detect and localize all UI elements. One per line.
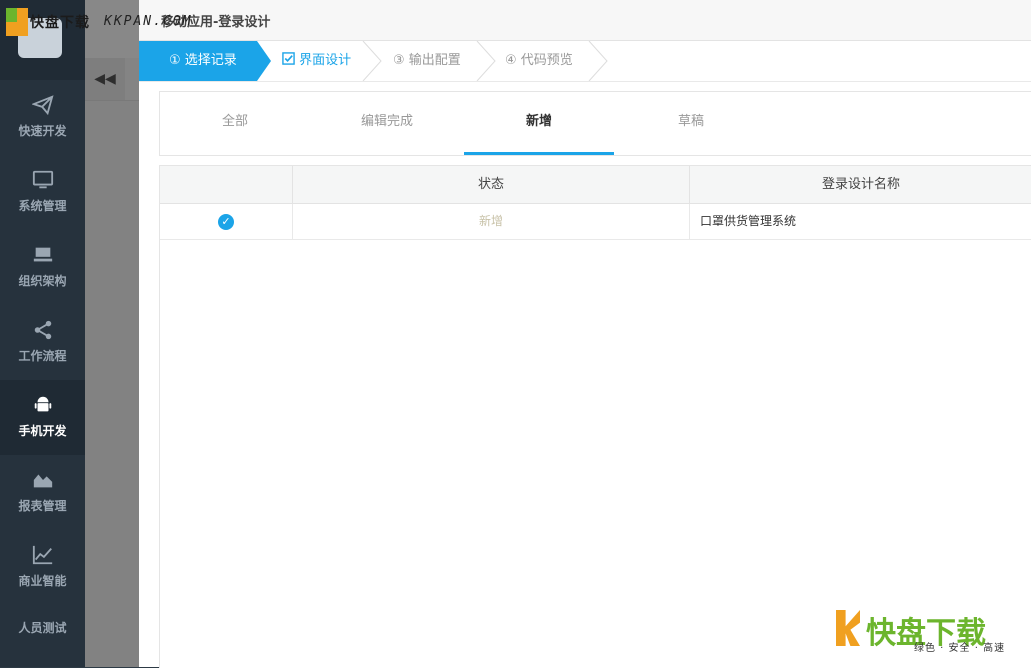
step-separator-icon <box>588 41 608 81</box>
sidebar-item-workflow[interactable]: 工作流程 <box>0 305 85 380</box>
sidebar-item-system[interactable]: 系统管理 <box>0 155 85 230</box>
watermark-brand: 快盘下载 <box>30 15 90 31</box>
step-label: ③ 输出配置 <box>393 53 461 68</box>
share-icon <box>31 319 55 341</box>
checkbox-icon <box>282 52 299 68</box>
row-select-cell[interactable]: ✓ <box>160 204 293 239</box>
line-chart-icon <box>31 544 55 566</box>
sidebar-item-label: 手机开发 <box>18 424 67 438</box>
monitor-icon <box>31 169 55 191</box>
step-separator-icon <box>476 41 496 81</box>
step-output-config[interactable]: ③ 输出配置 <box>393 41 461 81</box>
row-name: 口罩供货管理系统 <box>700 214 797 228</box>
sidebar-item-test[interactable]: 人员测试 <box>0 605 85 645</box>
tab-label: 草稿 <box>677 114 704 129</box>
sidebar-item-label: 工作流程 <box>18 349 67 363</box>
step-separator-icon <box>362 41 382 81</box>
sidebar-item-org[interactable]: 组织架构 <box>0 230 85 305</box>
table-row[interactable]: ✓ 新增 口罩供货管理系统 <box>160 204 1031 240</box>
dialog: 移动应用-登录设计 ① 选择记录 界面设计 ③ 输出配置 ④ 代码预览 全部 编… <box>139 0 1031 668</box>
sidebar-item-quick-dev[interactable]: 快速开发 <box>0 80 85 155</box>
data-grid: 状态 登录设计名称 ✓ 新增 口罩供货管理系统 <box>159 165 1031 668</box>
sidebar-item-label: 组织架构 <box>18 274 67 288</box>
dialog-header: 移动应用-登录设计 <box>139 0 1031 41</box>
tab-label: 新增 <box>525 114 552 129</box>
tab-draft[interactable]: 草稿 <box>616 92 766 155</box>
sidebar-item-label: 系统管理 <box>18 199 67 213</box>
step-label: ① 选择记录 <box>169 53 237 68</box>
tab-label: 全部 <box>221 114 248 129</box>
sidebar-item-label: 报表管理 <box>18 499 67 513</box>
grid-header: 状态 登录设计名称 <box>160 166 1031 204</box>
grid-header-name[interactable]: 登录设计名称 <box>690 166 1031 203</box>
grid-header-select <box>160 166 293 203</box>
tab-new[interactable]: 新增 <box>464 92 614 155</box>
paper-plane-icon <box>30 94 55 116</box>
sidebar-item-label: 人员测试 <box>18 621 67 635</box>
step-label: ④ 代码预览 <box>505 53 573 68</box>
sidebar-item-bi[interactable]: 商业智能 <box>0 530 85 605</box>
watermark-bottom: 快盘下载 绿色 · 安全 · 高速 <box>836 606 1016 656</box>
check-circle-icon[interactable]: ✓ <box>218 213 234 230</box>
step-ui-design[interactable]: 界面设计 <box>282 41 351 81</box>
sidebar-item-reports[interactable]: 报表管理 <box>0 455 85 530</box>
filter-tabs: 全部 编辑完成 新增 草稿 <box>159 91 1031 156</box>
watermark-logo-accent <box>6 8 17 22</box>
sidebar-item-label: 商业智能 <box>18 574 67 588</box>
watermark-logo-icon <box>836 610 860 646</box>
tab-label: 编辑完成 <box>360 114 413 129</box>
watermark-url: KKPAN.COM <box>104 14 193 29</box>
watermark-sub-text: 绿色 · 安全 · 高速 <box>914 643 1006 654</box>
area-chart-icon <box>31 469 55 491</box>
org-icon <box>31 244 55 266</box>
step-select-record[interactable]: ① 选择记录 <box>139 41 257 81</box>
sidebar-item-label: 快速开发 <box>18 124 67 138</box>
step-arrow <box>257 41 271 81</box>
watermark-top: 快盘下载 KKPAN.COM <box>0 0 200 42</box>
sidebar-item-mobile[interactable]: 手机开发 <box>0 380 85 455</box>
android-icon <box>31 394 55 416</box>
tab-edited[interactable]: 编辑完成 <box>312 92 462 155</box>
wizard-steps: ① 选择记录 界面设计 ③ 输出配置 ④ 代码预览 <box>139 41 1031 82</box>
row-status: 新增 <box>293 204 690 239</box>
tab-all[interactable]: 全部 <box>160 92 310 155</box>
step-code-preview[interactable]: ④ 代码预览 <box>505 41 573 81</box>
sidebar: 快速开发 系统管理 组织架构 工作流程 手机开发 报表管理 商业智能 人员测试 <box>0 0 85 667</box>
grid-header-status[interactable]: 状态 <box>293 166 690 203</box>
step-label: 界面设计 <box>299 53 352 68</box>
